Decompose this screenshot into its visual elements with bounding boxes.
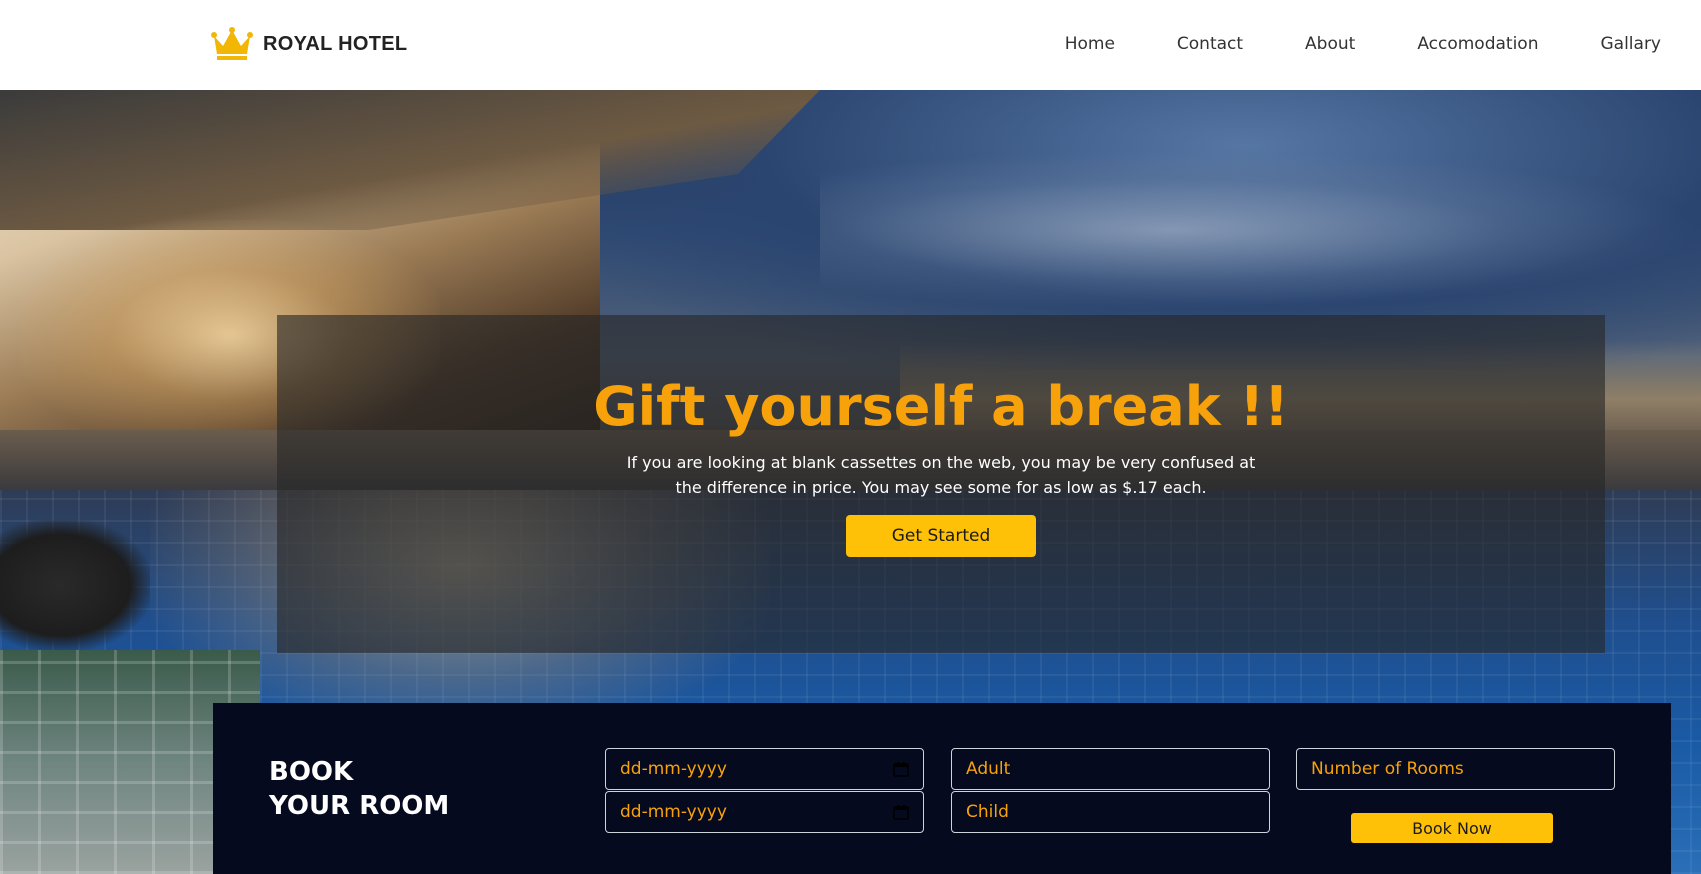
nav-about[interactable]: About	[1305, 34, 1355, 54]
logo[interactable]: ROYAL HOTEL	[211, 26, 407, 62]
child-placeholder: Child	[966, 802, 1009, 822]
adult-input[interactable]: Adult	[951, 748, 1270, 790]
booking-form: BOOK YOUR ROOM dd-mm-yyyy dd-mm-yyyy Adu…	[213, 703, 1671, 874]
calendar-icon[interactable]	[893, 804, 909, 820]
child-input[interactable]: Child	[951, 791, 1270, 833]
get-started-button[interactable]: Get Started	[846, 515, 1036, 557]
site-header: ROYAL HOTEL Home Contact About Accomodat…	[0, 0, 1701, 90]
booking-title-line2: YOUR ROOM	[269, 791, 450, 821]
arrival-date-value: dd-mm-yyyy	[620, 759, 727, 779]
rooms-placeholder: Number of Rooms	[1311, 759, 1464, 779]
hero-title: Gift yourself a break !!	[593, 375, 1289, 438]
rooms-input[interactable]: Number of Rooms	[1296, 748, 1615, 790]
hero-clouds	[820, 150, 1700, 310]
hero-overlay: Gift yourself a break !! If you are look…	[277, 315, 1605, 653]
main-nav: Home Contact About Accomodation Gallary	[1065, 34, 1661, 54]
nav-home[interactable]: Home	[1065, 34, 1115, 54]
adult-placeholder: Adult	[966, 759, 1011, 779]
crown-icon	[211, 27, 253, 60]
nav-accomodation[interactable]: Accomodation	[1417, 34, 1538, 54]
nav-contact[interactable]: Contact	[1177, 34, 1243, 54]
departure-date-value: dd-mm-yyyy	[620, 802, 727, 822]
nav-gallary[interactable]: Gallary	[1600, 34, 1661, 54]
calendar-icon[interactable]	[893, 761, 909, 777]
logo-text: ROYAL HOTEL	[263, 32, 408, 55]
book-now-button[interactable]: Book Now	[1351, 813, 1553, 843]
arrival-date-input[interactable]: dd-mm-yyyy	[605, 748, 924, 790]
departure-date-input[interactable]: dd-mm-yyyy	[605, 791, 924, 833]
hero-description: If you are looking at blank cassettes on…	[626, 453, 1256, 497]
hero-rocks	[0, 520, 150, 650]
booking-title: BOOK YOUR ROOM	[269, 755, 449, 823]
booking-title-line1: BOOK	[269, 757, 354, 787]
